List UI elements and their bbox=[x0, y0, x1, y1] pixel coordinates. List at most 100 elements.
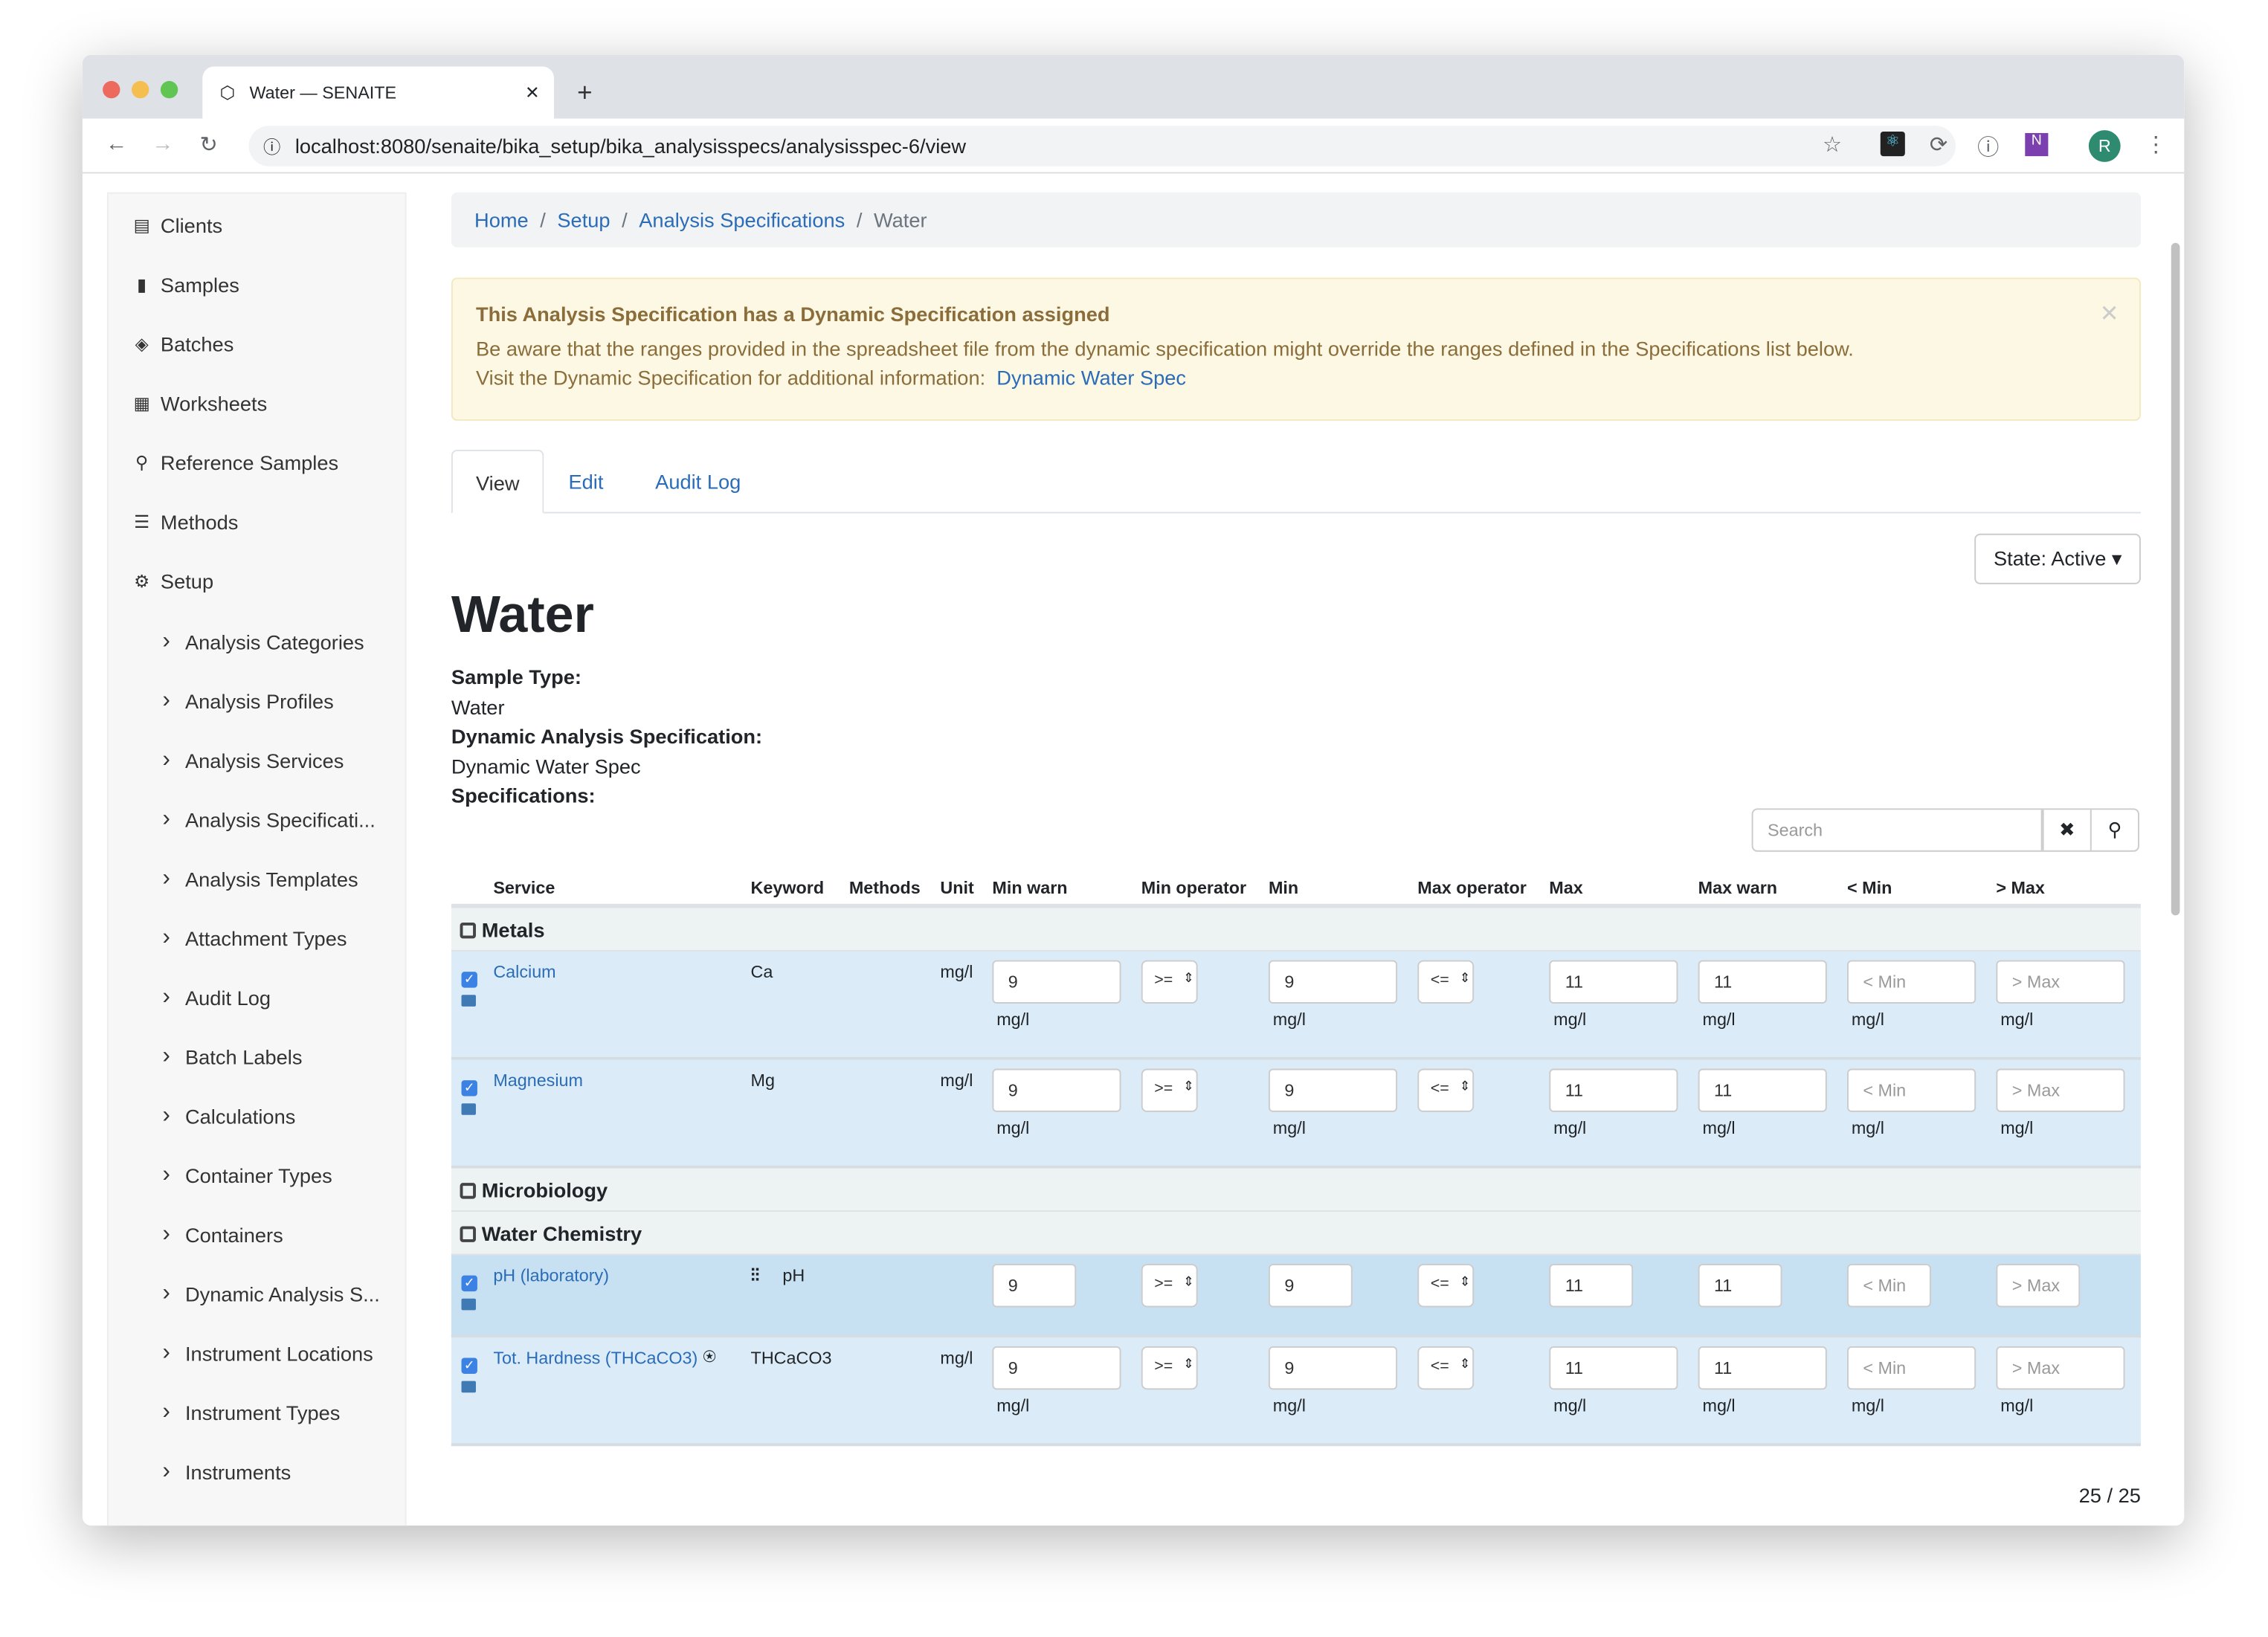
max-warn-input[interactable]: 11 bbox=[1698, 1346, 1827, 1390]
max-warn-input[interactable]: 11 bbox=[1698, 1068, 1827, 1112]
clear-search-icon[interactable]: ✖ bbox=[2042, 810, 2090, 850]
min-input[interactable]: 9 bbox=[1268, 1346, 1398, 1390]
sidebar-subitem[interactable]: › Analysis Specificati... bbox=[155, 807, 376, 833]
hidemax-input[interactable]: > Max bbox=[1996, 960, 2125, 1004]
back-icon[interactable]: ← bbox=[106, 132, 127, 156]
category-group[interactable]: Microbiology bbox=[451, 1168, 2141, 1213]
search-input[interactable]: Search bbox=[1753, 810, 2043, 850]
service-link[interactable]: Calcium bbox=[493, 962, 555, 982]
max-warn-input[interactable]: 11 bbox=[1698, 960, 1827, 1004]
close-window-button[interactable] bbox=[103, 80, 120, 99]
max-input[interactable]: 11 bbox=[1549, 960, 1678, 1004]
menu-icon[interactable]: ⋮ bbox=[2145, 132, 2167, 158]
max-warn-input[interactable]: 11 bbox=[1698, 1264, 1782, 1308]
column-header[interactable]: Min bbox=[1269, 878, 1298, 898]
comment-icon[interactable] bbox=[461, 995, 476, 1007]
sidebar-subitem[interactable]: › Attachment Types bbox=[155, 926, 347, 952]
star-icon[interactable]: ☆ bbox=[1823, 132, 1842, 158]
breadcrumb-home[interactable]: Home bbox=[474, 208, 529, 231]
column-header[interactable]: < Min bbox=[1847, 878, 1892, 898]
column-header[interactable]: Keyword bbox=[751, 878, 825, 898]
max-input[interactable]: 11 bbox=[1549, 1346, 1678, 1390]
sidebar-item-methods[interactable]: ☰ Methods bbox=[130, 511, 238, 534]
sidebar-subitem[interactable]: › Analysis Categories bbox=[155, 629, 364, 655]
sidebar-subitem[interactable]: › Instrument Types bbox=[155, 1400, 341, 1426]
column-header[interactable]: Service bbox=[493, 878, 555, 898]
browser-tab[interactable]: ⬡ Water — SENAITE ✕ bbox=[202, 66, 555, 119]
search-icon[interactable]: ⚲ bbox=[2090, 810, 2138, 850]
collapse-icon[interactable] bbox=[460, 1183, 476, 1199]
url-input[interactable]: ⓘ localhost:8080/senaite/bika_setup/bika_… bbox=[248, 126, 1956, 167]
sidebar-item-reference-samples[interactable]: ⚲ Reference Samples bbox=[130, 451, 338, 474]
column-header[interactable]: Max bbox=[1549, 878, 1582, 898]
maximize-window-button[interactable] bbox=[160, 80, 178, 99]
collapse-icon[interactable] bbox=[460, 1226, 476, 1242]
sidebar-subitem[interactable]: › Calculations bbox=[155, 1103, 296, 1129]
column-header[interactable]: Unit bbox=[940, 878, 973, 898]
sidebar-item-worksheets[interactable]: ▦ Worksheets bbox=[130, 392, 268, 415]
checkbox[interactable]: ✓ bbox=[461, 1357, 477, 1374]
sidebar-subitem[interactable]: › Analysis Profiles bbox=[155, 688, 334, 714]
min-input[interactable]: 9 bbox=[1268, 1068, 1398, 1112]
service-link[interactable]: Tot. Hardness (THCaCO3) bbox=[493, 1348, 698, 1368]
close-tab-icon[interactable]: ✕ bbox=[525, 83, 540, 103]
column-header[interactable]: > Max bbox=[1996, 878, 2045, 898]
hidemax-input[interactable]: > Max bbox=[1996, 1264, 2081, 1308]
column-header[interactable]: Min warn bbox=[992, 878, 1067, 898]
column-header[interactable]: Max warn bbox=[1698, 878, 1777, 898]
tab-edit[interactable]: Edit bbox=[545, 450, 626, 514]
sidebar-subitem[interactable]: › Analysis Services bbox=[155, 748, 344, 774]
hidemin-input[interactable]: < Min bbox=[1847, 1264, 1931, 1308]
checkbox[interactable]: ✓ bbox=[461, 1080, 477, 1097]
table-row[interactable]: ✓ Tot. Hardness (THCaCO3) ⍟ THCaCO3 mg/l 9 mg/… bbox=[451, 1337, 2141, 1447]
tab-audit-log[interactable]: Audit Log bbox=[632, 450, 764, 514]
close-alert-icon[interactable]: ✕ bbox=[2100, 300, 2119, 329]
sidebar-subitem[interactable]: › Instruments bbox=[155, 1459, 291, 1485]
category-group[interactable]: Metals bbox=[451, 908, 2141, 952]
collapse-icon[interactable] bbox=[460, 923, 476, 939]
reload-icon[interactable]: ↻ bbox=[199, 132, 217, 158]
sidebar-item-batches[interactable]: ◈ Batches bbox=[130, 332, 234, 355]
hidemax-input[interactable]: > Max bbox=[1996, 1068, 2125, 1112]
checkbox[interactable]: ✓ bbox=[461, 972, 477, 988]
comment-icon[interactable] bbox=[461, 1103, 476, 1115]
tab-view[interactable]: View bbox=[451, 449, 544, 514]
hidemin-input[interactable]: < Min bbox=[1847, 960, 1977, 1004]
minimize-window-button[interactable] bbox=[132, 80, 149, 99]
max-input[interactable]: 11 bbox=[1549, 1068, 1678, 1112]
comment-icon[interactable] bbox=[461, 1381, 476, 1393]
react-devtools-icon[interactable]: ⚛ bbox=[1880, 132, 1905, 157]
service-link[interactable]: pH (laboratory) bbox=[493, 1265, 609, 1285]
min-warn-input[interactable]: 9 bbox=[992, 1264, 1077, 1308]
sidebar-subitem[interactable]: › Containers bbox=[155, 1222, 283, 1248]
table-row[interactable]: ✓ pH (laboratory) ⫶⫶ pH 9 >= ⇕ 9 <= ⇕ 11 11 < Min > M… bbox=[451, 1255, 2141, 1338]
min-warn-input[interactable]: 9 bbox=[992, 1346, 1121, 1390]
scrollbar[interactable] bbox=[2171, 242, 2180, 916]
min-input[interactable]: 9 bbox=[1268, 1264, 1353, 1308]
sync-extension-icon[interactable]: ⟳ bbox=[1930, 132, 1948, 158]
state-dropdown[interactable]: State: Active ▾ bbox=[1974, 533, 2141, 584]
sidebar-subitem[interactable]: › Batch Labels bbox=[155, 1044, 303, 1070]
hidemin-input[interactable]: < Min bbox=[1847, 1068, 1977, 1112]
sidebar-subitem[interactable]: › Instrument Locations bbox=[155, 1340, 373, 1366]
sidebar-subitem[interactable]: › Analysis Templates bbox=[155, 866, 358, 892]
min-warn-input[interactable]: 9 bbox=[992, 1068, 1121, 1112]
sidebar-item-clients[interactable]: ▤ Clients bbox=[130, 214, 223, 237]
column-header[interactable]: Max operator bbox=[1417, 878, 1527, 898]
hidemin-input[interactable]: < Min bbox=[1847, 1346, 1977, 1390]
sidebar-subitem[interactable]: › Container Types bbox=[155, 1163, 332, 1189]
min-input[interactable]: 9 bbox=[1268, 960, 1398, 1004]
dynamic-spec-link[interactable]: Dynamic Water Spec bbox=[996, 366, 1186, 389]
avatar[interactable]: R bbox=[2088, 130, 2121, 162]
min-warn-input[interactable]: 9 bbox=[992, 960, 1121, 1004]
hidemax-input[interactable]: > Max bbox=[1996, 1346, 2125, 1390]
sidebar-subitem[interactable]: › Dynamic Analysis S... bbox=[155, 1281, 380, 1307]
max-input[interactable]: 11 bbox=[1549, 1264, 1634, 1308]
password-extension-icon[interactable]: ⓘ bbox=[1977, 132, 1999, 162]
sidebar-item-setup[interactable]: ⚙ Setup bbox=[130, 569, 213, 593]
column-header[interactable]: Min operator bbox=[1141, 878, 1246, 898]
category-group[interactable]: Water Chemistry bbox=[451, 1212, 2141, 1256]
comment-icon[interactable] bbox=[461, 1298, 476, 1311]
new-tab-icon[interactable]: + bbox=[577, 78, 592, 109]
service-link[interactable]: Magnesium bbox=[493, 1070, 583, 1090]
